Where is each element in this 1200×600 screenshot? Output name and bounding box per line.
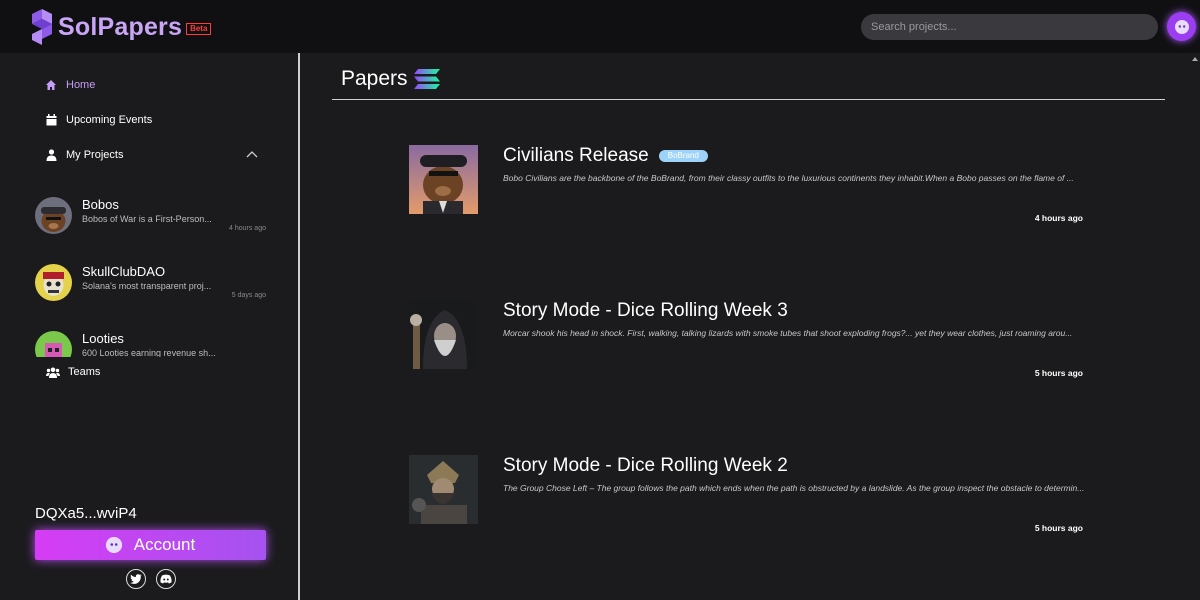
paper-thumbnail <box>409 455 478 524</box>
paper-time: 5 hours ago <box>1034 368 1083 378</box>
paper-description: Morcar shook his head in shock. First, w… <box>503 328 1073 338</box>
paper-title-text: Story Mode - Dice Rolling Week 3 <box>503 300 788 321</box>
sidebar-item-teams[interactable]: Teams <box>46 365 100 379</box>
paper-title[interactable]: Story Mode - Dice Rolling Week 3 <box>503 300 788 322</box>
user-icon <box>44 148 58 162</box>
paper-title-text: Story Mode - Dice Rolling Week 2 <box>503 455 788 476</box>
paper-time: 4 hours ago <box>1034 213 1083 223</box>
sidebar-item-label: Teams <box>68 366 101 378</box>
solana-icon <box>413 69 440 89</box>
project-description: Bobos of War is a First-Person... <box>82 214 212 224</box>
logo-icon <box>32 9 52 45</box>
sidebar-item-label: My Projects <box>66 149 124 161</box>
scroll-up-icon[interactable] <box>1192 57 1198 61</box>
project-name: Looties <box>82 331 124 346</box>
project-description: 600 Looties earning revenue sh... <box>82 348 216 357</box>
sidebar-item-label: Home <box>66 79 96 91</box>
twitter-icon[interactable] <box>126 569 146 589</box>
paper-card[interactable]: Story Mode - Dice Rolling Week 3 Morcar … <box>409 300 1089 390</box>
search-input[interactable] <box>861 14 1158 40</box>
logo-text: SolPapers <box>58 12 183 41</box>
paper-thumbnail <box>409 145 478 214</box>
title-divider <box>332 99 1165 100</box>
project-name: Bobos <box>82 197 119 212</box>
project-avatar-looties <box>35 331 72 357</box>
project-avatar-skullclubdao <box>35 264 72 301</box>
account-button-label: Account <box>133 535 196 554</box>
paper-tag[interactable]: BoBrand <box>658 150 708 162</box>
list-item[interactable]: SkullClubDAO Solana's most transparent p… <box>35 264 270 306</box>
logo[interactable]: SolPapers Beta <box>30 8 212 46</box>
home-icon <box>44 78 58 92</box>
list-item[interactable]: Looties 600 Looties earning revenue sh..… <box>35 331 270 357</box>
page-title-text: Papers <box>341 67 408 90</box>
ghost-icon <box>1174 19 1189 34</box>
chevron-up-icon[interactable] <box>246 149 258 159</box>
list-item[interactable]: Bobos Bobos of War is a First-Person... … <box>35 197 270 239</box>
users-icon <box>46 365 60 379</box>
paper-description: The Group Chose Left – The group follows… <box>503 483 1085 493</box>
paper-description: Bobo Civilians are the backbone of the B… <box>503 173 1074 183</box>
paper-card[interactable]: Story Mode - Dice Rolling Week 2 The Gro… <box>409 455 1089 545</box>
page-title: Papers <box>341 67 440 91</box>
paper-time: 5 hours ago <box>1034 523 1083 533</box>
paper-title[interactable]: Civilians Release BoBrand <box>503 145 708 167</box>
paper-card[interactable]: Civilians Release BoBrand Bobo Civilians… <box>409 145 1089 235</box>
top-bar: SolPapers Beta <box>0 0 1200 53</box>
beta-badge: Beta <box>186 23 212 35</box>
account-button[interactable]: Account <box>35 530 266 560</box>
project-time: 5 days ago <box>231 292 266 299</box>
sidebar-item-label: Upcoming Events <box>66 114 153 126</box>
sidebar-item-upcoming-events[interactable]: Upcoming Events <box>44 113 152 127</box>
sidebar-item-my-projects[interactable]: My Projects <box>44 148 123 162</box>
scrollbar[interactable] <box>1190 53 1200 600</box>
paper-thumbnail <box>409 300 478 369</box>
sidebar: Home Upcoming Events My Projects Bobos B… <box>0 53 300 600</box>
project-description: Solana's most transparent proj... <box>82 281 212 291</box>
paper-title[interactable]: Story Mode - Dice Rolling Week 2 <box>503 455 788 477</box>
paper-title-text: Civilians Release <box>503 145 649 166</box>
ghost-icon <box>105 537 122 553</box>
calendar-icon <box>44 113 58 127</box>
user-avatar[interactable] <box>1167 12 1196 41</box>
discord-icon[interactable] <box>156 569 176 589</box>
project-avatar-bobos <box>35 197 72 234</box>
sidebar-item-home[interactable]: Home <box>44 78 95 92</box>
project-name: SkullClubDAO <box>82 264 166 279</box>
wallet-address: DQXa5...wviP4 <box>35 505 137 522</box>
project-time: 4 hours ago <box>229 225 266 232</box>
